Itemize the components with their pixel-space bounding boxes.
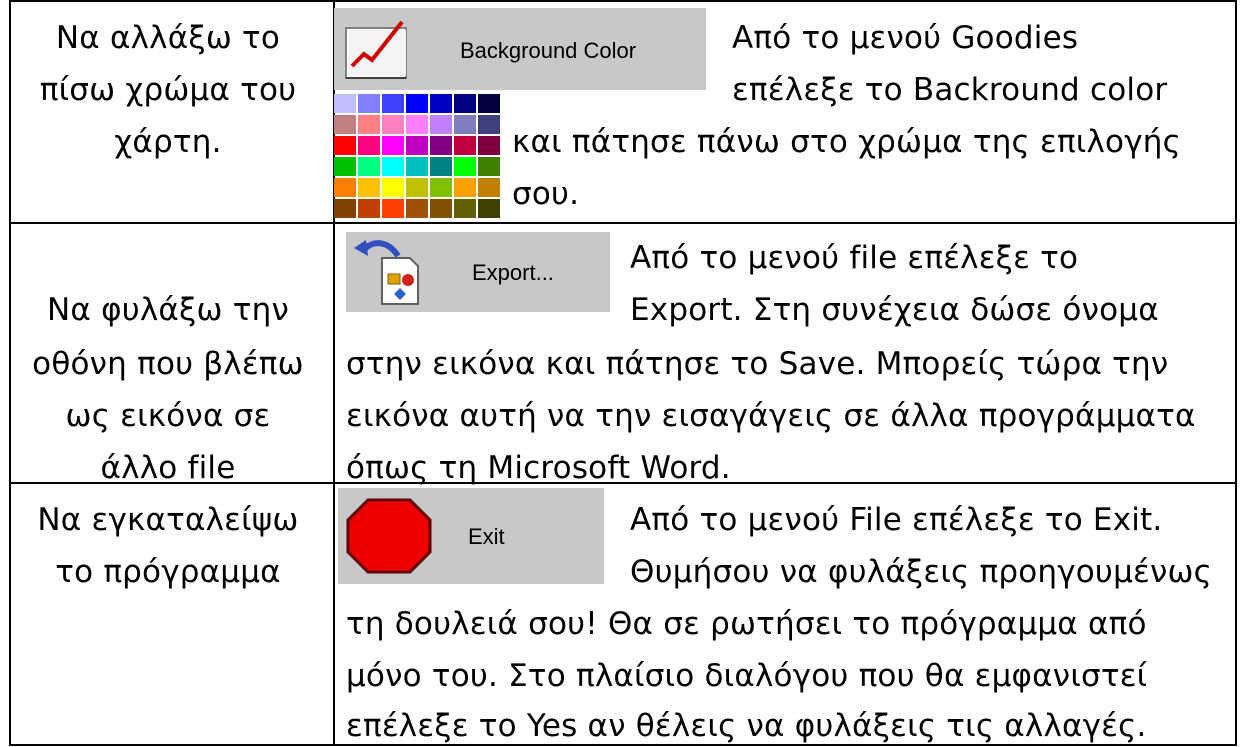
task-line: άλλο file: [100, 450, 236, 486]
instruction-line: τη δουλειά σου! Θα σε ρωτήσει το πρόγραμ…: [346, 606, 1147, 642]
palette-swatch: [430, 157, 452, 176]
palette-swatch: [478, 199, 500, 218]
background-color-label: Background Color: [460, 38, 637, 63]
palette-swatch: [454, 136, 476, 155]
instruction-line: Από το μενού File επέλεξε το Exit.: [630, 502, 1163, 538]
background-color-button-image: Background Color: [334, 8, 706, 90]
export-button-image: Export...: [346, 232, 610, 312]
palette-swatch: [454, 157, 476, 176]
stop-sign-icon: [346, 498, 432, 574]
palette-swatch: [358, 157, 380, 176]
palette-swatch: [430, 94, 452, 113]
palette-swatch: [382, 178, 404, 197]
palette-swatch: [454, 178, 476, 197]
palette-swatch: [454, 199, 476, 218]
instruction-line: επέλεξε το Yes αν θέλεις να φυλάξεις τις…: [346, 708, 1147, 744]
palette-swatch: [382, 94, 404, 113]
palette-swatch: [406, 94, 428, 113]
instruction-line: Θυμήσου να φυλάξεις προηγουμένως: [630, 554, 1213, 590]
palette-swatch: [334, 178, 356, 197]
export-label: Export...: [472, 260, 554, 285]
palette-swatch: [382, 115, 404, 134]
export-icon: [354, 240, 419, 305]
palette-swatch: [334, 157, 356, 176]
exit-label: Exit: [468, 524, 505, 549]
palette-swatch: [358, 199, 380, 218]
palette-swatch: [334, 136, 356, 155]
palette-swatch: [382, 199, 404, 218]
palette-swatch: [406, 136, 428, 155]
palette-swatch: [382, 136, 404, 155]
palette-swatch: [382, 157, 404, 176]
instruction-line: επέλεξε το Backround color: [732, 72, 1168, 108]
task-line: Να φυλάξω την: [47, 292, 289, 328]
row-divider: [11, 0, 1235, 2]
color-palette: [334, 94, 500, 218]
instruction-line: όπως τη Microsoft Word.: [346, 450, 731, 486]
palette-swatch: [358, 115, 380, 134]
task-line: Να εγκαταλείψω: [37, 502, 299, 538]
palette-swatch: [454, 115, 476, 134]
instruction-line: Από το μενού file επέλεξε το: [630, 240, 1079, 276]
instruction-line: μόνο του. Στο πλαίσιο διαλόγου που θα εμ…: [346, 658, 1148, 694]
palette-swatch: [430, 136, 452, 155]
palette-swatch: [430, 199, 452, 218]
palette-swatch: [478, 178, 500, 197]
palette-swatch: [478, 136, 500, 155]
palette-swatch: [406, 115, 428, 134]
palette-swatch: [358, 178, 380, 197]
instruction-line: Από το μενού Goodies: [732, 20, 1079, 56]
task-line: πίσω χρώμα του: [39, 72, 297, 108]
palette-swatch: [406, 199, 428, 218]
palette-swatch: [478, 94, 500, 113]
task-line: χάρτη.: [114, 124, 222, 160]
task-line: Να αλλάξω το: [55, 20, 281, 56]
exit-button-image: Exit: [338, 488, 604, 584]
palette-swatch: [430, 115, 452, 134]
instruction-line: σου.: [512, 176, 580, 212]
palette-swatch: [334, 115, 356, 134]
row-divider: [11, 222, 1235, 224]
palette-swatch: [430, 178, 452, 197]
palette-swatch: [406, 157, 428, 176]
task-line: οθόνη που βλέπω: [32, 346, 304, 382]
palette-swatch: [478, 115, 500, 134]
palette-swatch: [358, 94, 380, 113]
palette-swatch: [358, 136, 380, 155]
instruction-line: και πάτησε πάνω στο χρώμα της επιλογής: [512, 124, 1181, 160]
palette-swatch: [334, 94, 356, 113]
palette-swatch: [406, 178, 428, 197]
task-line: το πρόγραμμα: [55, 554, 281, 590]
background-color-icon: [345, 20, 407, 79]
palette-swatch: [478, 157, 500, 176]
instruction-line: στην εικόνα και πάτησε το Save. Μπορείς …: [346, 346, 1169, 382]
instruction-line: εικόνα αυτή να την εισαγάγεις σε άλλα πρ…: [346, 398, 1196, 434]
task-line: ως εικόνα σε: [65, 398, 271, 434]
palette-swatch: [454, 94, 476, 113]
palette-swatch: [334, 199, 356, 218]
instruction-line: Export. Στη συνέχεια δώσε όνομα: [630, 292, 1159, 328]
